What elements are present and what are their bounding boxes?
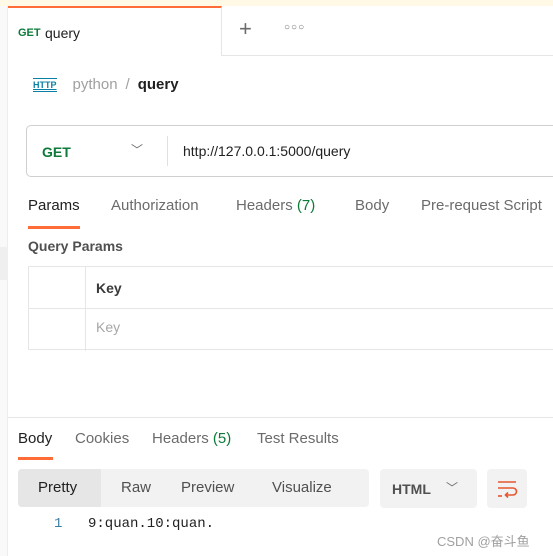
request-tab[interactable]: GET query (8, 6, 222, 56)
breadcrumb-separator: / (125, 76, 130, 93)
format-select[interactable]: HTML ﹀ (380, 469, 477, 508)
ellipsis-icon[interactable]: ○○○ (284, 22, 305, 33)
sidebar-edge (0, 6, 8, 556)
format-value: HTML (392, 481, 431, 497)
column-divider (85, 267, 86, 351)
plus-icon[interactable]: + (239, 18, 252, 40)
wrap-lines-button[interactable] (487, 469, 527, 508)
tab-response-body[interactable]: Body (18, 430, 52, 447)
url-bar: GET ﹀ http://127.0.0.1:5000/query (26, 125, 553, 177)
tab-response-headers[interactable]: Headers (5) (152, 430, 231, 447)
active-tab-indicator (18, 457, 53, 460)
tab-response-headers-label: Headers (152, 430, 209, 447)
divider (167, 136, 168, 166)
chevron-down-icon: ﹀ (446, 481, 459, 495)
key-input[interactable]: Key (96, 319, 120, 335)
method-select[interactable]: GET (42, 144, 71, 160)
query-params-table: Key Key (28, 266, 553, 351)
query-params-title: Query Params (28, 238, 123, 254)
wrap-icon (498, 481, 518, 499)
view-raw[interactable]: Raw (121, 479, 151, 496)
tab-body[interactable]: Body (355, 197, 389, 214)
response-headers-count: (5) (212, 430, 232, 447)
tab-strip (222, 6, 553, 56)
tab-method: GET (18, 27, 41, 39)
tab-cookies[interactable]: Cookies (75, 430, 129, 447)
pane-divider[interactable] (8, 417, 553, 418)
tab-headers-label: Headers (236, 197, 293, 214)
view-visualize[interactable]: Visualize (272, 479, 332, 496)
active-tab-indicator (28, 226, 80, 229)
url-input[interactable]: http://127.0.0.1:5000/query (183, 143, 350, 159)
tab-pre-request-script[interactable]: Pre-request Script (421, 197, 542, 214)
tab-authorization[interactable]: Authorization (111, 197, 199, 214)
headers-count: (7) (296, 197, 316, 214)
http-icon: HTTP (33, 77, 57, 92)
view-preview[interactable]: Preview (181, 479, 234, 496)
line-number: 1 (54, 516, 63, 532)
sidebar-selected-item[interactable] (0, 247, 8, 280)
breadcrumb: HTTP python / query (33, 76, 179, 93)
breadcrumb-collection[interactable]: python (73, 76, 118, 93)
tab-test-results[interactable]: Test Results (257, 430, 339, 447)
view-pretty[interactable]: Pretty (38, 479, 77, 496)
key-column-header: Key (96, 280, 122, 296)
watermark: CSDN @奋斗鱼 (437, 534, 530, 549)
tab-params[interactable]: Params (28, 197, 80, 214)
response-line: 9:quan.10:quan. (88, 516, 215, 532)
tab-headers[interactable]: Headers (7) (236, 197, 315, 214)
view-mode-selector: Pretty Raw Preview Visualize (18, 469, 369, 507)
tab-name: query (45, 25, 81, 41)
breadcrumb-request[interactable]: query (138, 76, 179, 93)
chevron-down-icon[interactable]: ﹀ (131, 141, 143, 158)
